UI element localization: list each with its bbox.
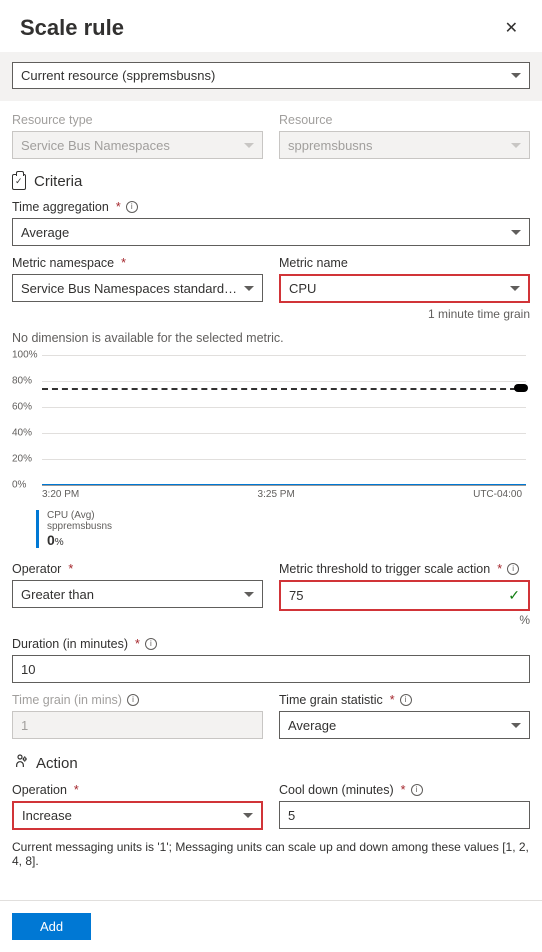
metric-name-select[interactable]: CPU <box>279 274 530 303</box>
metric-name-label: Metric name <box>279 256 530 270</box>
legend-current-value: 0% <box>47 532 112 548</box>
info-icon[interactable]: i <box>411 784 423 796</box>
chevron-down-icon <box>511 723 521 728</box>
cooldown-input[interactable]: 5 <box>279 801 530 829</box>
time-aggregation-value: Average <box>21 225 505 240</box>
time-grain-input: 1 <box>12 711 263 739</box>
resource-scope-bar: Current resource (sppremsbusns) <box>0 52 542 101</box>
y-tick: 60% <box>12 402 32 413</box>
cooldown-value: 5 <box>288 808 295 823</box>
x-tick: 3:25 PM <box>258 489 295 500</box>
panel-title: Scale rule <box>20 15 124 41</box>
metric-name-value: CPU <box>289 281 504 296</box>
metric-time-grain-hint: 1 minute time grain <box>279 307 530 321</box>
metric-namespace-select[interactable]: Service Bus Namespaces standard me... <box>12 274 263 302</box>
legend-resource: sppremsbusns <box>47 521 112 532</box>
info-icon[interactable]: i <box>126 201 138 213</box>
legend-color-bar <box>36 510 39 548</box>
time-aggregation-label: Time aggregation* i <box>12 200 530 214</box>
time-grain-stat-label: Time grain statistic* i <box>279 693 530 707</box>
resource-type-label: Resource type <box>12 113 263 127</box>
metric-line <box>42 484 526 485</box>
resource-type-select: Service Bus Namespaces <box>12 131 263 159</box>
time-grain-stat-select[interactable]: Average <box>279 711 530 739</box>
operator-label: Operator* <box>12 562 263 576</box>
criteria-title: Criteria <box>34 173 82 190</box>
time-grain-stat-value: Average <box>288 718 505 733</box>
info-icon[interactable]: i <box>400 694 412 706</box>
operator-value: Greater than <box>21 587 238 602</box>
duration-label: Duration (in minutes)* i <box>12 637 530 651</box>
info-icon[interactable]: i <box>127 694 139 706</box>
threshold-unit: % <box>279 613 530 627</box>
time-aggregation-select[interactable]: Average <box>12 218 530 246</box>
chevron-down-icon <box>244 286 254 291</box>
action-section-header: Action <box>12 753 530 773</box>
no-dimension-text: No dimension is available for the select… <box>12 331 530 345</box>
x-tick: UTC-04:00 <box>473 489 522 500</box>
time-grain-value: 1 <box>21 718 28 733</box>
clipboard-check-icon <box>12 174 26 190</box>
operator-select[interactable]: Greater than <box>12 580 263 608</box>
criteria-section-header: Criteria <box>12 173 530 190</box>
panel-header: Scale rule ✕ <box>0 0 542 52</box>
resource-select: sppremsbusns <box>279 131 530 159</box>
operation-label: Operation* <box>12 783 263 797</box>
action-icon <box>12 753 28 773</box>
chart-grid: 100% 80% 60% 40% 20% 0% <box>36 355 526 485</box>
time-grain-label: Time grain (in mins) i <box>12 693 263 707</box>
threshold-handle[interactable] <box>514 384 528 392</box>
info-icon[interactable]: i <box>145 638 157 650</box>
y-tick: 80% <box>12 376 32 387</box>
cooldown-label: Cool down (minutes)* i <box>279 783 530 797</box>
chevron-down-icon <box>511 230 521 235</box>
x-ticks: 3:20 PM 3:25 PM UTC-04:00 <box>36 489 526 500</box>
current-resource-label: Current resource (sppremsbusns) <box>21 68 215 83</box>
operation-value: Increase <box>22 808 237 823</box>
threshold-value: 75 <box>289 588 500 603</box>
scale-rule-panel: Scale rule ✕ Current resource (sppremsbu… <box>0 0 542 952</box>
metric-chart: 100% 80% 60% 40% 20% 0% 3:20 PM 3:25 PM … <box>12 351 530 548</box>
info-icon[interactable]: i <box>507 563 519 575</box>
scaling-note: Current messaging units is '1'; Messagin… <box>12 840 530 868</box>
close-icon[interactable]: ✕ <box>501 14 522 42</box>
threshold-line <box>42 388 526 390</box>
chevron-down-icon <box>511 143 521 148</box>
y-tick: 20% <box>12 454 32 465</box>
operation-select[interactable]: Increase <box>12 801 263 830</box>
chevron-down-icon <box>243 813 253 818</box>
metric-namespace-label: Metric namespace* <box>12 256 263 270</box>
duration-input[interactable]: 10 <box>12 655 530 683</box>
panel-content: Resource type Service Bus Namespaces Res… <box>0 101 542 884</box>
chevron-down-icon <box>244 143 254 148</box>
y-tick: 40% <box>12 428 32 439</box>
chart-legend: CPU (Avg) sppremsbusns 0% <box>36 510 526 548</box>
metric-namespace-value: Service Bus Namespaces standard me... <box>21 281 238 296</box>
threshold-label: Metric threshold to trigger scale action… <box>279 562 530 576</box>
duration-value: 10 <box>21 662 35 677</box>
checkmark-icon: ✓ <box>508 587 520 604</box>
chevron-down-icon <box>511 73 521 78</box>
resource-type-value: Service Bus Namespaces <box>21 138 238 153</box>
legend-series-name: CPU (Avg) <box>47 510 112 521</box>
current-resource-select[interactable]: Current resource (sppremsbusns) <box>12 62 530 89</box>
y-tick: 0% <box>12 480 26 491</box>
resource-label: Resource <box>279 113 530 127</box>
add-button[interactable]: Add <box>12 913 91 940</box>
action-title: Action <box>36 755 78 772</box>
chevron-down-icon <box>510 286 520 291</box>
panel-footer: Add <box>0 900 542 952</box>
resource-value: sppremsbusns <box>288 138 505 153</box>
threshold-input[interactable]: 75 ✓ <box>279 580 530 611</box>
chevron-down-icon <box>244 592 254 597</box>
y-tick: 100% <box>12 350 38 361</box>
x-tick: 3:20 PM <box>42 489 79 500</box>
